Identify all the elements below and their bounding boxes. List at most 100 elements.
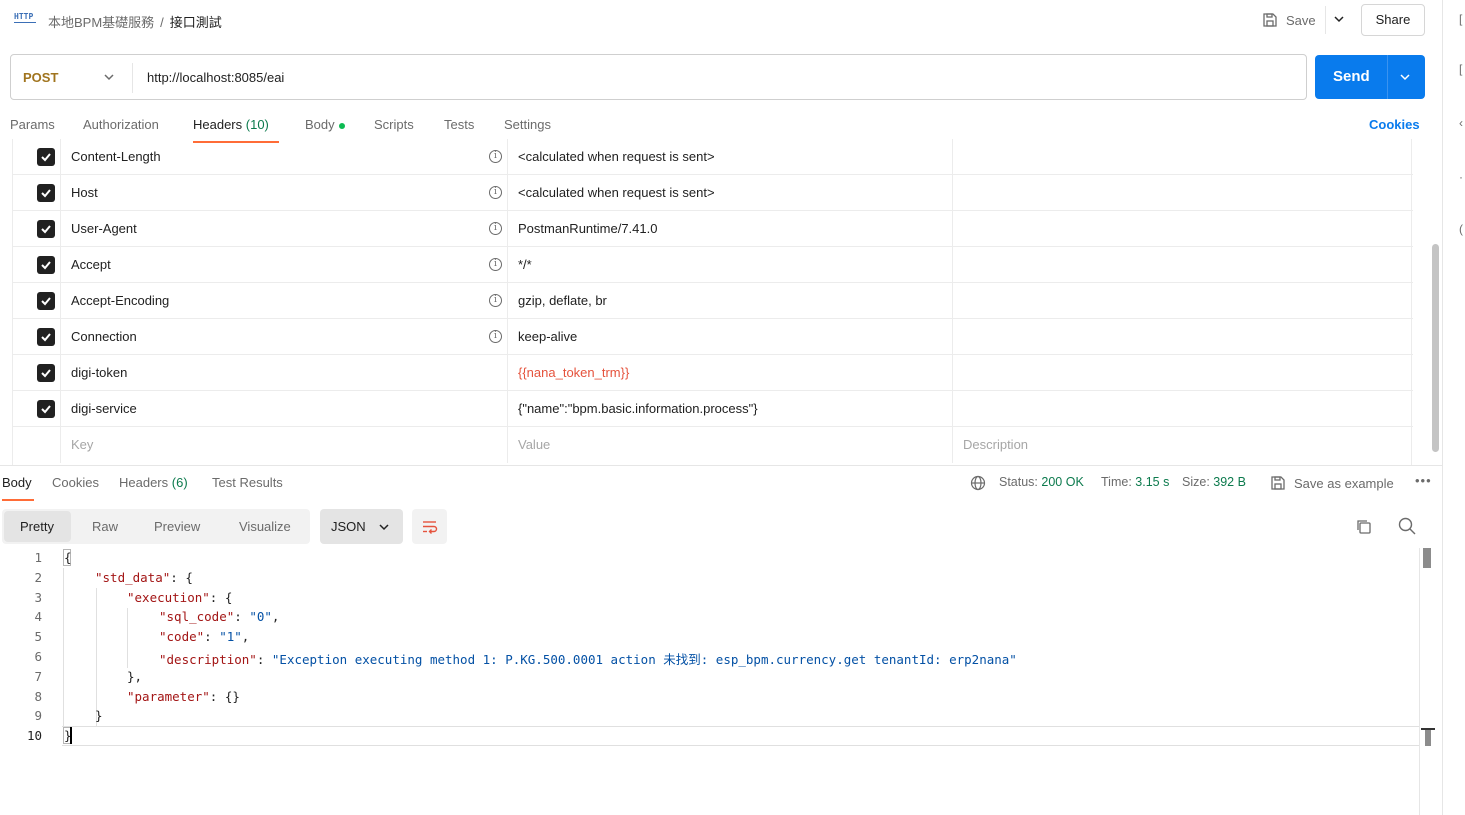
- current-line-highlight: [62, 726, 1420, 746]
- code-line: 6 "description": "Exception executing me…: [0, 647, 1420, 667]
- json-punct: : {}: [209, 689, 240, 704]
- header-key[interactable]: digi-token: [71, 365, 127, 380]
- line-number: 6: [34, 649, 42, 664]
- tab-test-results[interactable]: Test Results: [212, 475, 283, 501]
- table-row: digi-service {"name":"bpm.basic.informat…: [13, 391, 1413, 427]
- save-button[interactable]: Save: [1262, 10, 1316, 30]
- search-icon[interactable]: [1398, 517, 1416, 535]
- language-select[interactable]: JSON: [320, 509, 403, 544]
- check-icon: [41, 261, 51, 270]
- json-punct: :: [234, 609, 250, 624]
- line-number: 4: [34, 609, 42, 624]
- json-punct: ,: [241, 629, 250, 644]
- line-number: 10: [26, 728, 42, 743]
- header-value[interactable]: gzip, deflate, br: [518, 293, 607, 308]
- header-value[interactable]: PostmanRuntime/7.41.0: [518, 221, 657, 236]
- divider: [952, 355, 953, 391]
- header-key[interactable]: Accept-Encoding: [71, 293, 169, 308]
- new-key-input[interactable]: Key: [71, 437, 93, 452]
- method-select[interactable]: POST: [23, 70, 58, 85]
- time-info[interactable]: Time: 3.15 s: [1101, 475, 1169, 489]
- header-value-variable[interactable]: {{nana_token_trm}}: [518, 365, 629, 380]
- header-enabled-checkbox[interactable]: [37, 256, 55, 274]
- url-input[interactable]: http://localhost:8085/eai: [147, 70, 284, 85]
- headers-scrollbar[interactable]: [1432, 244, 1439, 452]
- header-value[interactable]: keep-alive: [518, 329, 577, 344]
- row-checkbox-cell: [13, 283, 61, 319]
- cookies-link[interactable]: Cookies: [1369, 117, 1420, 132]
- header-key[interactable]: Content-Length: [71, 149, 161, 164]
- line-number: 9: [34, 708, 42, 723]
- share-button[interactable]: Share: [1361, 4, 1425, 36]
- size-info[interactable]: Size: 392 B: [1182, 475, 1246, 489]
- divider: [952, 139, 953, 175]
- json-key: "description": [159, 652, 257, 667]
- view-pretty[interactable]: Pretty: [20, 519, 54, 534]
- info-panel-icon[interactable]: ·: [1459, 170, 1463, 184]
- chevron-down-icon[interactable]: [103, 71, 115, 83]
- header-key[interactable]: Connection: [71, 329, 137, 344]
- code-text: "std_data": {: [95, 570, 193, 585]
- info-icon[interactable]: i: [489, 258, 502, 271]
- tab-response-cookies[interactable]: Cookies: [52, 475, 99, 501]
- header-key[interactable]: digi-service: [71, 401, 137, 416]
- header-key[interactable]: User-Agent: [71, 221, 137, 236]
- header-value[interactable]: <calculated when request is sent>: [518, 185, 715, 200]
- documentation-icon[interactable]: [: [1459, 12, 1462, 26]
- header-value[interactable]: <calculated when request is sent>: [518, 149, 715, 164]
- code-line: 8 "parameter": {}: [0, 687, 1420, 707]
- divider: [507, 391, 508, 427]
- code-line: 3 "execution": {: [0, 588, 1420, 608]
- body-indicator-dot: [338, 122, 345, 129]
- header-value[interactable]: */*: [518, 257, 532, 272]
- save-as-example-button[interactable]: Save as example: [1270, 475, 1394, 491]
- send-button[interactable]: Send: [1315, 55, 1425, 99]
- copy-icon[interactable]: [1355, 518, 1372, 535]
- header-enabled-checkbox[interactable]: [37, 148, 55, 166]
- wrap-lines-button[interactable]: [412, 509, 447, 544]
- header-enabled-checkbox[interactable]: [37, 184, 55, 202]
- info-icon[interactable]: i: [489, 186, 502, 199]
- info-icon[interactable]: i: [489, 330, 502, 343]
- editor-scrollbar-thumb[interactable]: [1423, 548, 1431, 568]
- header-key[interactable]: Accept: [71, 257, 111, 272]
- language-label: JSON: [331, 519, 366, 534]
- pane-divider[interactable]: [0, 465, 1442, 466]
- header-enabled-checkbox[interactable]: [37, 292, 55, 310]
- header-key[interactable]: Host: [71, 185, 98, 200]
- status-value: 200 OK: [1041, 475, 1084, 489]
- view-visualize[interactable]: Visualize: [239, 519, 291, 534]
- status-info[interactable]: Status: 200 OK: [999, 475, 1084, 489]
- breadcrumb-request-name[interactable]: 接口測試: [170, 15, 222, 30]
- row-checkbox-cell: [13, 211, 61, 247]
- json-punct: : {: [209, 590, 233, 605]
- header-enabled-checkbox[interactable]: [37, 400, 55, 418]
- response-body-editor[interactable]: 1 { 2 "std_data": { 3 "execution": { 4 "…: [0, 548, 1420, 815]
- code-icon[interactable]: ‹: [1459, 116, 1463, 130]
- json-punct: ,: [271, 609, 280, 624]
- more-options-icon[interactable]: •••: [1415, 473, 1432, 488]
- view-raw[interactable]: Raw: [92, 519, 118, 534]
- tab-response-headers[interactable]: Headers (6): [119, 475, 188, 501]
- header-value[interactable]: {"name":"bpm.basic.information.process"}: [518, 401, 758, 416]
- table-row: digi-token {{nana_token_trm}}: [13, 355, 1413, 391]
- info-icon[interactable]: i: [489, 294, 502, 307]
- send-options-chevron-down-icon[interactable]: [1399, 71, 1411, 83]
- header-enabled-checkbox[interactable]: [37, 328, 55, 346]
- view-preview[interactable]: Preview: [154, 519, 200, 534]
- new-description-input[interactable]: Description: [963, 437, 1028, 452]
- save-options-chevron-down-icon[interactable]: [1333, 13, 1345, 25]
- new-value-input[interactable]: Value: [518, 437, 550, 452]
- info-icon[interactable]: i: [489, 150, 502, 163]
- related-icon[interactable]: (: [1459, 222, 1463, 236]
- header-enabled-checkbox[interactable]: [37, 364, 55, 382]
- comments-icon[interactable]: [: [1459, 62, 1462, 76]
- globe-icon[interactable]: [970, 475, 986, 491]
- tab-response-body[interactable]: Body: [2, 475, 34, 501]
- breadcrumb-collection[interactable]: 本地BPM基礎服務: [48, 15, 154, 30]
- divider: [507, 427, 508, 463]
- header-enabled-checkbox[interactable]: [37, 220, 55, 238]
- breadcrumb-separator: /: [160, 15, 164, 30]
- info-icon[interactable]: i: [489, 222, 502, 235]
- row-checkbox-cell: [13, 355, 61, 391]
